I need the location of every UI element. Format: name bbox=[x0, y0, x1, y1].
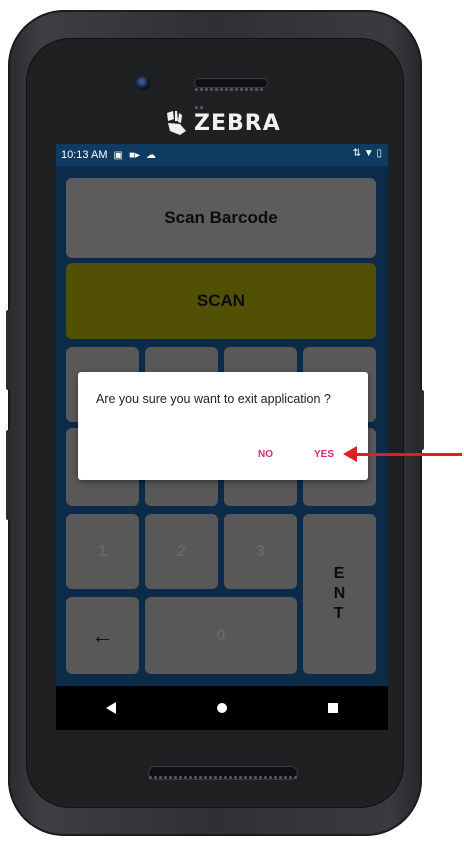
dialog-message: Are you sure you want to exit applicatio… bbox=[96, 392, 331, 406]
brand-text: ZEBRA bbox=[194, 110, 281, 136]
gallery-icon: ▣ bbox=[113, 149, 123, 161]
signal-icon: ⇅ bbox=[352, 148, 362, 159]
left-side-button-lower bbox=[6, 430, 10, 520]
dialog-no-button[interactable]: NO bbox=[258, 449, 273, 460]
annotation-arrow-head bbox=[343, 446, 357, 462]
zebra-logo: ZEBRA bbox=[164, 106, 281, 140]
bottom-speaker-grille bbox=[148, 766, 298, 780]
wifi-icon: ▼ bbox=[363, 148, 374, 159]
nav-recents-icon[interactable] bbox=[327, 703, 338, 713]
right-side-button bbox=[420, 390, 424, 450]
video-icon: ■▸ bbox=[128, 149, 140, 161]
status-right-icons: ⇅ ▼ ▯ bbox=[353, 148, 382, 159]
nav-back-icon[interactable] bbox=[106, 702, 117, 714]
top-speaker-grille bbox=[194, 78, 268, 109]
status-bar: 10:13 AM ▣ ■▸ ☁ ⇅ ▼ ▯ bbox=[56, 144, 388, 166]
annotation-arrow-line bbox=[356, 453, 462, 456]
battery-icon: ▯ bbox=[376, 148, 382, 159]
dialog-yes-button[interactable]: YES bbox=[314, 449, 334, 460]
nav-home-icon[interactable] bbox=[216, 703, 227, 713]
android-nav-bar bbox=[56, 686, 388, 730]
device-screen: 10:13 AM ▣ ■▸ ☁ ⇅ ▼ ▯ Scan Barcode SCAN … bbox=[56, 144, 388, 730]
left-side-button bbox=[6, 310, 10, 390]
cloud-icon: ☁ bbox=[146, 149, 156, 161]
status-time: 10:13 AM bbox=[61, 149, 108, 161]
camera-lens bbox=[136, 76, 150, 90]
exit-confirm-dialog: Are you sure you want to exit applicatio… bbox=[78, 372, 368, 480]
zebra-head-icon bbox=[167, 111, 186, 135]
